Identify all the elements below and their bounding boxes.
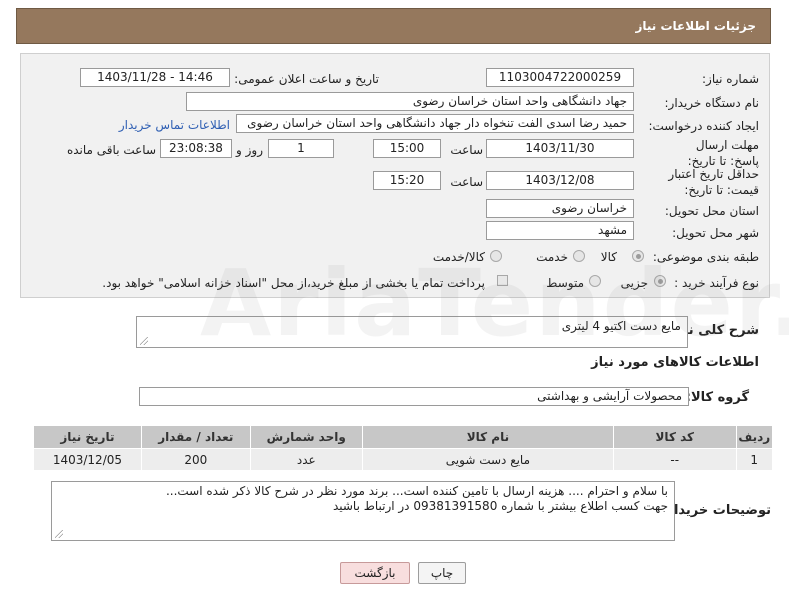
goods-info-title: اطلاعات کالاهای مورد نیاز bbox=[591, 355, 759, 370]
contact-buyer-link[interactable]: اطلاعات تماس خریدار bbox=[119, 118, 230, 132]
announce-field: 1403/11/28 - 14:46 bbox=[80, 68, 230, 87]
need-number-field: 1103004722000259 bbox=[486, 68, 634, 87]
goods-group-label: گروه کالا: bbox=[685, 390, 749, 405]
creator-field: حمید رضا اسدی الفت تنخواه دار جهاد دانشگ… bbox=[236, 114, 634, 133]
summary-text: مایع دست اکتیو 4 لیتری bbox=[561, 319, 681, 333]
goods-table: ردیف کد کالا نام کالا واحد شمارش تعداد /… bbox=[33, 425, 773, 471]
buyer-notes-label: توضیحات خریدار: bbox=[661, 503, 771, 518]
col-header-quantity: تعداد / مقدار bbox=[140, 425, 251, 449]
deadline-time-field: 15:00 bbox=[373, 139, 441, 158]
min-price-date-field: 1403/12/08 bbox=[486, 171, 634, 190]
buyer-notes-textarea[interactable]: با سلام و احترام .... هزینه ارسال با تام… bbox=[51, 481, 675, 541]
cell-quantity: 200 bbox=[140, 448, 251, 471]
col-header-goods-name: نام کالا bbox=[361, 425, 615, 449]
category-radio-service[interactable] bbox=[573, 250, 585, 262]
cell-unit: عدد bbox=[249, 448, 363, 471]
province-field: خراسان رضوی bbox=[486, 199, 634, 218]
print-button[interactable]: چاپ bbox=[418, 562, 466, 584]
cell-goods-code: -- bbox=[613, 448, 737, 471]
col-header-row-number: ردیف bbox=[735, 425, 773, 449]
goods-group-field: محصولات آرایشی و بهداشتی bbox=[139, 387, 689, 406]
cell-goods-name: مایع دست شویی bbox=[361, 448, 615, 471]
process-radio-minor[interactable] bbox=[654, 275, 666, 287]
process-radio-medium[interactable] bbox=[589, 275, 601, 287]
payment-note: پرداخت تمام یا بخشی از مبلغ خرید،از محل … bbox=[102, 276, 485, 290]
col-header-unit: واحد شمارش bbox=[249, 425, 363, 449]
col-header-goods-code: کد کالا bbox=[613, 425, 737, 449]
table-row: 1 -- مایع دست شویی عدد 200 1403/12/05 bbox=[33, 448, 773, 471]
resize-grip-icon[interactable] bbox=[55, 530, 63, 538]
summary-textarea[interactable]: مایع دست اکتیو 4 لیتری bbox=[136, 316, 688, 348]
col-header-need-date: تاریخ نیاز bbox=[33, 425, 142, 449]
category-option-service: خدمت bbox=[536, 250, 568, 264]
process-label: نوع فرآیند خرید : bbox=[674, 276, 759, 290]
min-price-label: حداقل تاریخ اعتبار قیمت: تا تاریخ: bbox=[668, 167, 759, 197]
process-option-minor: جزیی bbox=[620, 276, 648, 290]
days-label: روز و bbox=[236, 143, 263, 157]
resize-grip-icon[interactable] bbox=[140, 337, 148, 345]
category-option-goods-service: کالا/خدمت bbox=[432, 250, 485, 264]
page-title: جزئیات اطلاعات نیاز bbox=[635, 19, 756, 33]
category-label: طبقه بندی موضوعی: bbox=[652, 250, 759, 264]
category-radio-goods-service[interactable] bbox=[490, 250, 502, 262]
process-option-medium: متوسط bbox=[546, 276, 584, 290]
days-field: 1 bbox=[268, 139, 334, 158]
deadline-time-label: ساعت bbox=[450, 143, 483, 157]
buyer-notes-line-1: با سلام و احترام .... هزینه ارسال با تام… bbox=[165, 484, 668, 498]
deadline-date-field: 1403/11/30 bbox=[486, 139, 634, 158]
city-label: شهر محل تحویل: bbox=[672, 226, 759, 240]
city-field: مشهد bbox=[486, 221, 634, 240]
page-header: جزئیات اطلاعات نیاز bbox=[16, 8, 771, 44]
buyer-notes-line-2: جهت کسب اطلاع بیشتر با شماره 09381391580… bbox=[332, 499, 668, 513]
buyer-org-label: نام دستگاه خریدار: bbox=[664, 96, 760, 110]
remaining-label: ساعت باقی مانده bbox=[66, 143, 156, 157]
category-option-goods: کالا bbox=[600, 250, 617, 264]
category-radio-goods[interactable] bbox=[632, 250, 644, 262]
goods-table-header-row: ردیف کد کالا نام کالا واحد شمارش تعداد /… bbox=[33, 425, 773, 449]
min-price-time-field: 15:20 bbox=[373, 171, 441, 190]
deadline-label: مهلت ارسال پاسخ: تا تاریخ: bbox=[687, 138, 759, 168]
creator-label: ایجاد کننده درخواست: bbox=[648, 119, 759, 133]
back-button[interactable]: بازگشت bbox=[340, 562, 410, 584]
payment-checkbox[interactable] bbox=[497, 275, 508, 286]
announce-label: تاریخ و ساعت اعلان عمومی: bbox=[234, 72, 379, 86]
remaining-time-field: 23:08:38 bbox=[160, 139, 232, 158]
cell-row-number: 1 bbox=[735, 448, 773, 471]
min-price-time-label: ساعت bbox=[450, 175, 483, 189]
buyer-org-field: جهاد دانشگاهی واحد استان خراسان رضوی bbox=[186, 92, 634, 111]
need-number-label: شماره نیاز: bbox=[702, 72, 759, 86]
cell-need-date: 1403/12/05 bbox=[33, 448, 142, 471]
province-label: استان محل تحویل: bbox=[664, 204, 759, 218]
